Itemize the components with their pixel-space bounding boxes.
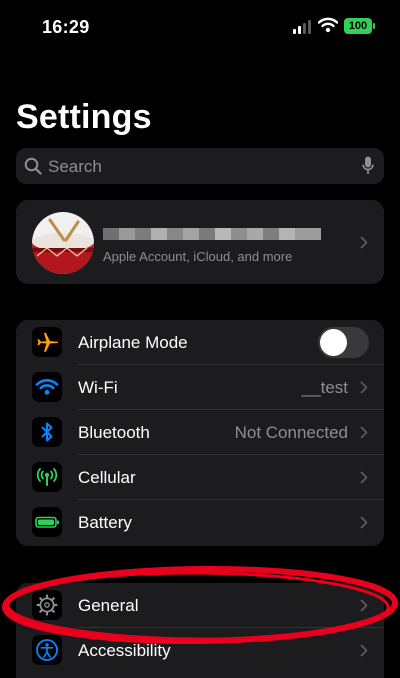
chevron-right-icon: [360, 516, 368, 529]
cellular-icon: [32, 462, 62, 492]
chevron-right-icon: [360, 644, 368, 657]
row-value: __test: [301, 378, 348, 397]
search-input[interactable]: Search: [16, 148, 384, 184]
microphone-icon[interactable]: [362, 156, 374, 176]
settings-row-wifi[interactable]: Wi-Fi __test: [16, 365, 384, 410]
row-label: General: [78, 596, 139, 615]
airplane-icon: [32, 327, 62, 357]
wifi-icon: [32, 372, 62, 402]
settings-row-accessibility[interactable]: Accessibility: [16, 628, 384, 673]
row-label: Airplane Mode: [78, 333, 188, 352]
row-label: Accessibility: [78, 641, 171, 660]
gear-icon: [32, 590, 62, 620]
chevron-right-icon: [360, 599, 368, 612]
search-placeholder: Search: [48, 157, 102, 176]
settings-row-cellular[interactable]: Cellular: [16, 455, 384, 500]
search-icon: [24, 157, 42, 175]
cellular-signal-icon: [293, 20, 313, 34]
airplane-mode-toggle[interactable]: [318, 327, 369, 358]
settings-row-battery[interactable]: Battery: [16, 500, 384, 545]
general-group: General Accessibility: [16, 583, 384, 678]
chevron-right-icon: [360, 236, 368, 249]
chevron-right-icon: [360, 471, 368, 484]
page-title: Settings: [16, 98, 152, 136]
account-name-redacted: [103, 222, 321, 246]
account-card[interactable]: Apple Account, iCloud, and more: [16, 200, 384, 284]
row-value: Not Connected: [234, 423, 348, 442]
chevron-right-icon: [360, 426, 368, 439]
battery-status-icon: 100: [344, 18, 375, 34]
status-bar: 16:29 100: [0, 0, 400, 54]
settings-row-airplane-mode[interactable]: Airplane Mode: [16, 320, 384, 365]
wifi-status-icon: [317, 17, 339, 33]
status-time: 16:29: [42, 17, 90, 37]
avatar: [32, 212, 94, 274]
bluetooth-icon: [32, 417, 62, 447]
account-subtitle: Apple Account, iCloud, and more: [103, 249, 293, 264]
settings-row-bluetooth[interactable]: Bluetooth Not Connected: [16, 410, 384, 455]
battery-icon: [32, 507, 62, 537]
row-label: Wi-Fi: [78, 378, 118, 397]
row-label: Bluetooth: [78, 423, 150, 442]
chevron-right-icon: [360, 381, 368, 394]
row-label: Cellular: [78, 468, 136, 487]
settings-row-general[interactable]: General: [16, 583, 384, 628]
toggle-knob: [320, 329, 347, 356]
connectivity-group: Airplane Mode Wi-Fi __test Bluetooth Not…: [16, 320, 384, 546]
accessibility-icon: [32, 635, 62, 665]
row-label: Battery: [78, 513, 132, 532]
